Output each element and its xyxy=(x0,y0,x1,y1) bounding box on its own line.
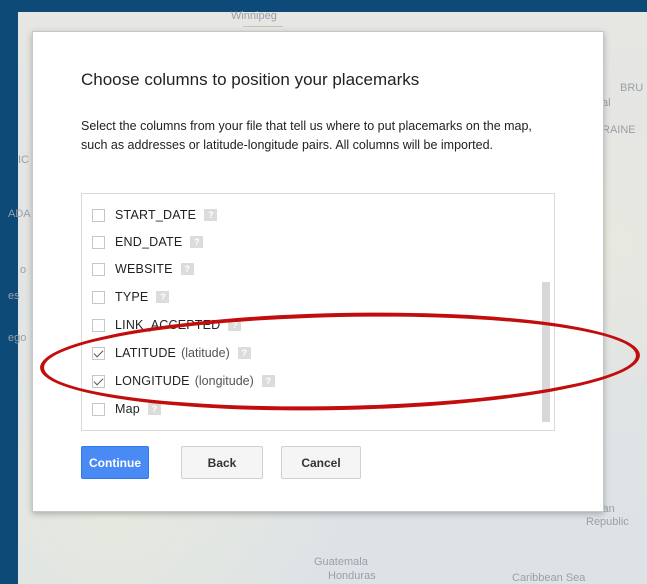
column-name: LINK_ACCEPTED xyxy=(115,318,221,332)
continue-button[interactable]: Continue xyxy=(81,446,149,479)
map-label-honduras: Honduras xyxy=(328,570,376,582)
column-checkbox[interactable] xyxy=(92,402,105,416)
column-row-link-accepted[interactable]: LINK_ACCEPTED ? xyxy=(92,314,242,336)
help-icon[interactable]: ? xyxy=(228,319,242,331)
column-row-latitude[interactable]: LATITUDE (latitude) ? xyxy=(92,342,251,364)
help-icon[interactable]: ? xyxy=(204,209,218,221)
map-label: ADA xyxy=(8,208,31,220)
map-label: RAINE xyxy=(602,124,636,136)
map-road xyxy=(243,26,283,27)
column-checkbox[interactable] xyxy=(92,290,105,304)
help-icon[interactable]: ? xyxy=(180,263,194,275)
column-name: WEBSITE xyxy=(115,262,173,276)
column-name: LONGITUDE xyxy=(115,374,190,388)
column-row-end-date[interactable]: END_DATE ? xyxy=(92,231,204,253)
map-label-guatemala: Guatemala xyxy=(314,556,368,568)
column-row-start-date[interactable]: START_DATE ? xyxy=(92,204,218,226)
column-name: TYPE xyxy=(115,290,149,304)
map-label: o xyxy=(20,264,27,276)
import-dialog: Choose columns to position your placemar… xyxy=(32,31,604,512)
column-checkbox[interactable] xyxy=(92,235,105,249)
map-label: IC xyxy=(18,154,29,166)
cancel-button[interactable]: Cancel xyxy=(281,446,361,479)
map-label-caribbean-sea: Caribbean Sea xyxy=(512,572,586,584)
column-checkbox-checked[interactable] xyxy=(92,374,105,388)
help-icon[interactable]: ? xyxy=(237,347,251,359)
map-label: es xyxy=(8,290,20,302)
dialog-description: Select the columns from your file that t… xyxy=(81,119,532,152)
map-label-winnipeg: Winnipeg xyxy=(231,10,277,22)
column-checkbox[interactable] xyxy=(92,262,105,276)
column-name: START_DATE xyxy=(115,208,197,222)
map-label-dominican-republic: Republic xyxy=(586,516,629,528)
column-name: LATITUDE xyxy=(115,346,177,360)
column-checkbox[interactable] xyxy=(92,208,105,222)
help-icon[interactable]: ? xyxy=(156,291,170,303)
column-row-map[interactable]: Map ? xyxy=(92,398,161,420)
map-label: ego xyxy=(8,332,27,344)
help-icon[interactable]: ? xyxy=(190,236,204,248)
column-row-type[interactable]: TYPE ? xyxy=(92,286,170,308)
column-checkbox[interactable] xyxy=(92,318,105,332)
column-row-longitude[interactable]: LONGITUDE (longitude) ? xyxy=(92,370,275,392)
column-suggestion: (longitude) xyxy=(194,374,254,388)
list-scrollbar[interactable] xyxy=(542,282,550,422)
map-label: BRU xyxy=(620,82,644,94)
column-name: END_DATE xyxy=(115,235,183,249)
help-icon[interactable]: ? xyxy=(147,403,161,415)
column-checkbox-checked[interactable] xyxy=(92,346,105,360)
back-button[interactable]: Back xyxy=(181,446,263,479)
column-suggestion: (latitude) xyxy=(181,346,230,360)
column-name: Map xyxy=(115,402,140,416)
dialog-title: Choose columns to position your placemar… xyxy=(81,70,420,89)
column-row-website[interactable]: WEBSITE ? xyxy=(92,258,194,280)
help-icon[interactable]: ? xyxy=(261,375,275,387)
column-list[interactable]: START_DATE ? END_DATE ? WEBSITE ? TYPE ?… xyxy=(81,193,555,431)
